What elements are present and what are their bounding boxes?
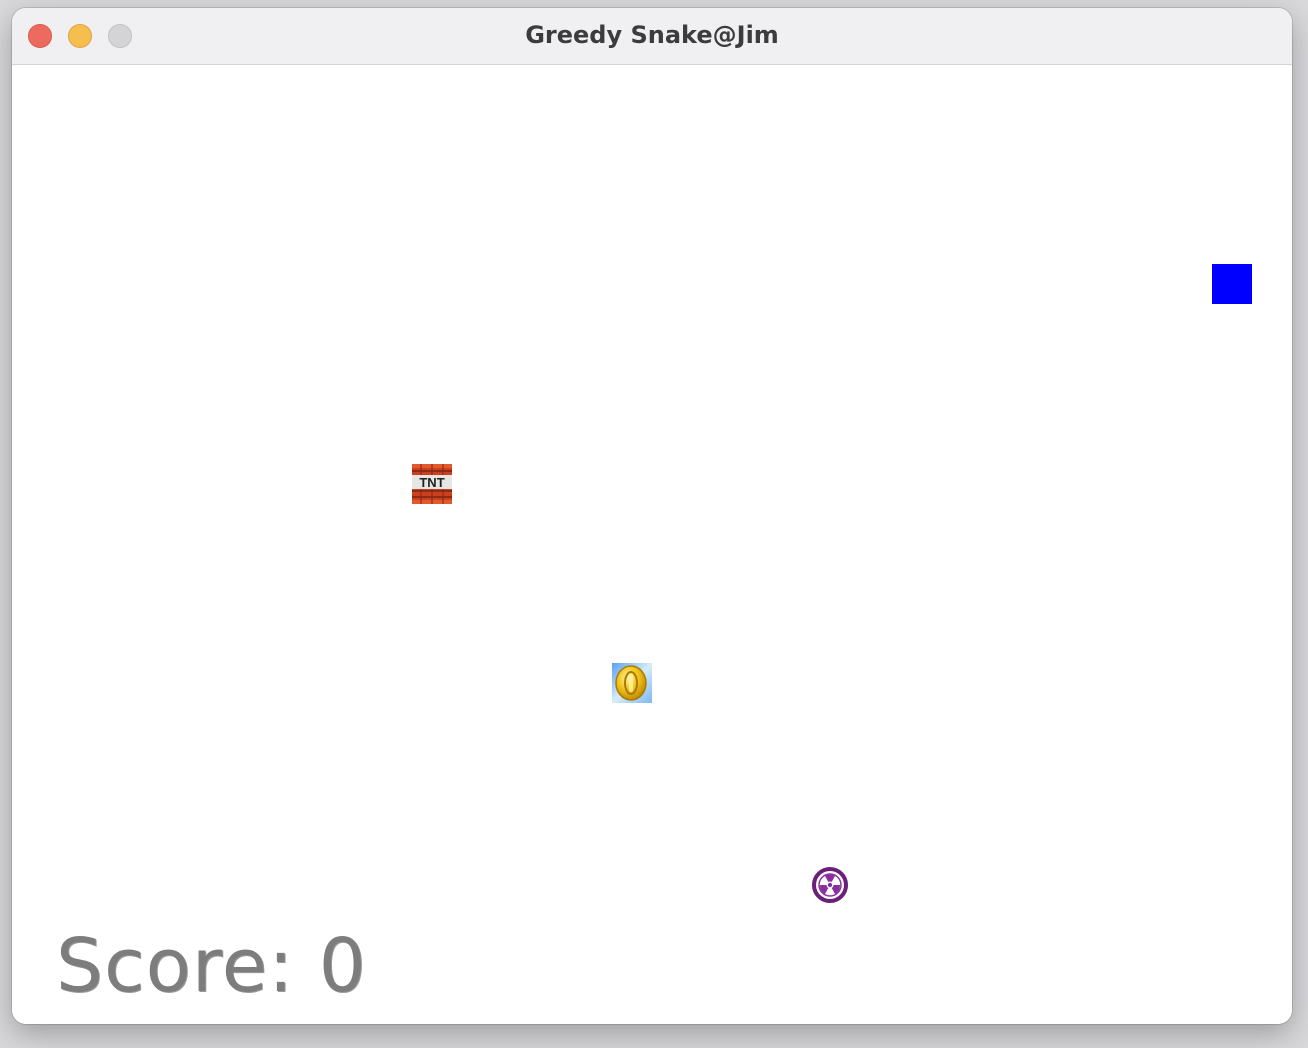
tnt-label: TNT	[419, 475, 444, 490]
game-window: Greedy Snake@Jim TNT Score: 0	[12, 8, 1292, 1024]
radiation-hazard	[810, 865, 850, 905]
score-label: Score:	[56, 923, 295, 1009]
coin-icon	[612, 663, 652, 703]
snake-head	[1212, 264, 1252, 304]
radiation-icon	[812, 867, 848, 903]
tnt-icon: TNT	[412, 464, 452, 504]
tnt-block: TNT	[412, 464, 452, 504]
coin	[612, 663, 652, 703]
score-display: Score: 0	[56, 923, 367, 1009]
score-value: 0	[318, 923, 367, 1009]
title-bar[interactable]: Greedy Snake@Jim	[12, 8, 1292, 65]
window-title: Greedy Snake@Jim	[525, 21, 779, 49]
game-board[interactable]: TNT Score: 0	[12, 65, 1292, 1024]
